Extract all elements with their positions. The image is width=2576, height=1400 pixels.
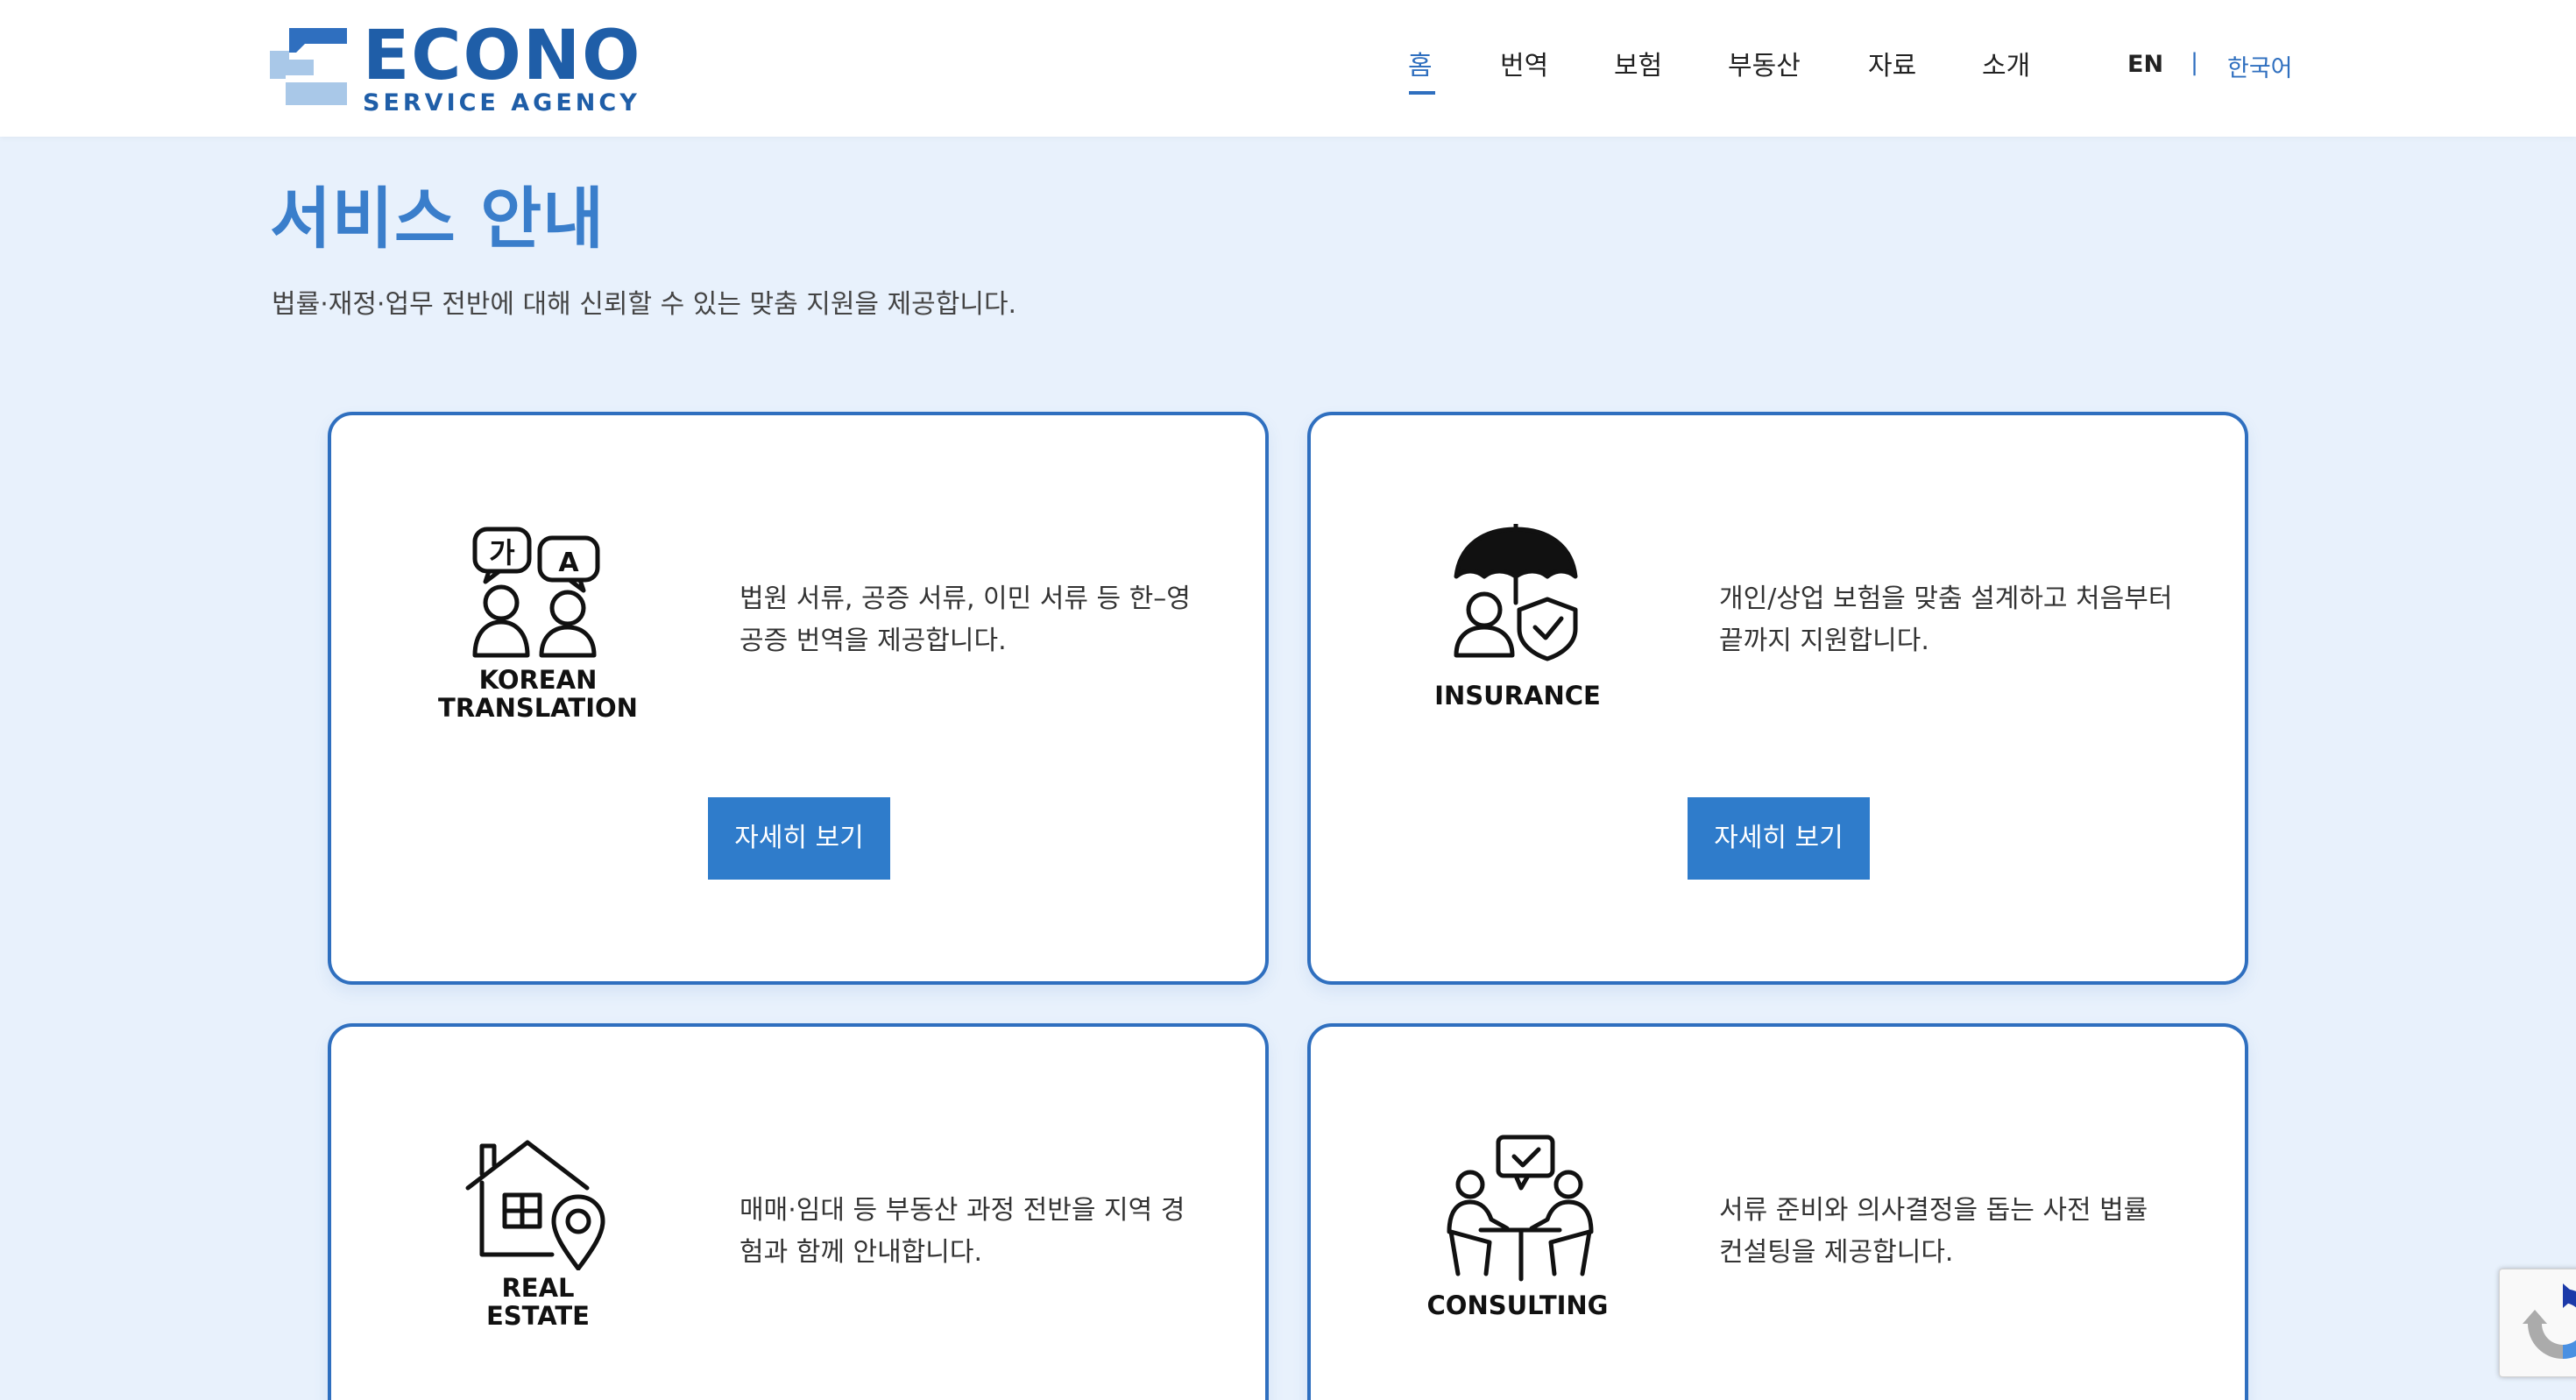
nav-active-indicator — [1409, 91, 1435, 95]
real-estate-desc-line-2: 험과 함께 안내합니다. — [740, 1237, 983, 1268]
consulting-description: 서류 준비와 의사결정을 돕는 사전 법률 컨설팅을 제공합니다. — [1719, 1190, 2210, 1274]
nav-item-resources[interactable]: 자료 — [1868, 44, 1916, 82]
lang-separator: | — [2190, 49, 2199, 76]
lang-en-link[interactable]: EN — [2127, 51, 2163, 78]
svg-text:가: 가 — [489, 536, 514, 569]
lang-ko-link[interactable]: 한국어 — [2227, 49, 2293, 83]
nav-item-home[interactable]: 홈 — [1408, 44, 1433, 82]
translation-icon: 가 A — [470, 526, 601, 669]
insurance-description: 개인/상업 보험을 맞춤 설계하고 처음부터 끝까지 지원합니다. — [1719, 578, 2210, 662]
service-card-consulting: CONSULTING 서류 준비와 의사결정을 돕는 사전 법률 컨설팅을 제공… — [1307, 1023, 2248, 1400]
consulting-desc-line-1: 서류 준비와 의사결정을 돕는 사전 법률 — [1719, 1195, 2148, 1226]
translation-desc-line-2: 공증 번역을 제공합니다. — [740, 626, 1007, 656]
real-estate-desc-line-1: 매매·임대 등 부동산 과정 전반을 지역 경 — [740, 1195, 1185, 1226]
recaptcha-badge[interactable] — [2499, 1269, 2576, 1377]
insurance-desc-line-2: 끝까지 지원합니다. — [1719, 626, 1929, 656]
nav-item-real-estate[interactable]: 부동산 — [1728, 44, 1801, 82]
translation-details-button[interactable]: 자세히 보기 — [708, 797, 890, 880]
recaptcha-icon — [2523, 1283, 2576, 1359]
translation-icon-label-2: TRANSLATION — [438, 693, 638, 723]
real-estate-description: 매매·임대 등 부동산 과정 전반을 지역 경 험과 함께 안내합니다. — [740, 1190, 1230, 1274]
logo-mark-icon — [270, 26, 347, 105]
consulting-icon — [1437, 1134, 1603, 1286]
service-card-real-estate: REAL ESTATE 매매·임대 등 부동산 과정 전반을 지역 경 험과 함… — [328, 1023, 1269, 1400]
logo-tagline: SERVICE AGENCY — [363, 89, 640, 117]
insurance-icon-label: INSURANCE — [1434, 681, 1601, 711]
page-subtitle: 법률·재정·업무 전반에 대해 신뢰할 수 있는 맞춤 지원을 제공합니다. — [272, 289, 1017, 320]
real-estate-icon-label-1: REAL — [501, 1273, 575, 1303]
logo-name: ECONO — [363, 17, 642, 95]
real-estate-icon-label-2: ESTATE — [485, 1301, 590, 1331]
insurance-desc-line-1: 개인/상업 보험을 맞춤 설계하고 처음부터 — [1719, 583, 2173, 614]
logo[interactable]: ECONO SERVICE AGENCY — [270, 17, 655, 117]
translation-icon-label-1: KOREAN — [478, 665, 598, 695]
consulting-icon-label: CONSULTING — [1426, 1290, 1609, 1320]
service-card-insurance: INSURANCE 개인/상업 보험을 맞춤 설계하고 처음부터 끝까지 지원합… — [1307, 412, 2248, 985]
nav-item-about[interactable]: 소개 — [1982, 44, 2030, 82]
nav-item-insurance[interactable]: 보험 — [1614, 44, 1662, 82]
site-header: ECONO SERVICE AGENCY 홈 번역 보험 부동산 자료 소개 E… — [0, 0, 2576, 137]
real-estate-icon — [464, 1139, 613, 1274]
insurance-icon — [1449, 521, 1589, 668]
translation-desc-line-1: 법원 서류, 공증 서류, 이민 서류 등 한–영 — [740, 583, 1191, 614]
nav-item-translation[interactable]: 번역 — [1500, 44, 1548, 82]
insurance-details-button[interactable]: 자세히 보기 — [1688, 797, 1870, 880]
translation-description: 법원 서류, 공증 서류, 이민 서류 등 한–영 공증 번역을 제공합니다. — [740, 578, 1230, 662]
svg-text:A: A — [558, 548, 579, 578]
consulting-desc-line-2: 컨설팅을 제공합니다. — [1719, 1237, 1954, 1268]
page-title: 서비스 안내 — [270, 180, 605, 258]
service-card-translation: 가 A KOREAN TRANSLATION 법원 서류, 공증 서류, 이민 … — [328, 412, 1269, 985]
